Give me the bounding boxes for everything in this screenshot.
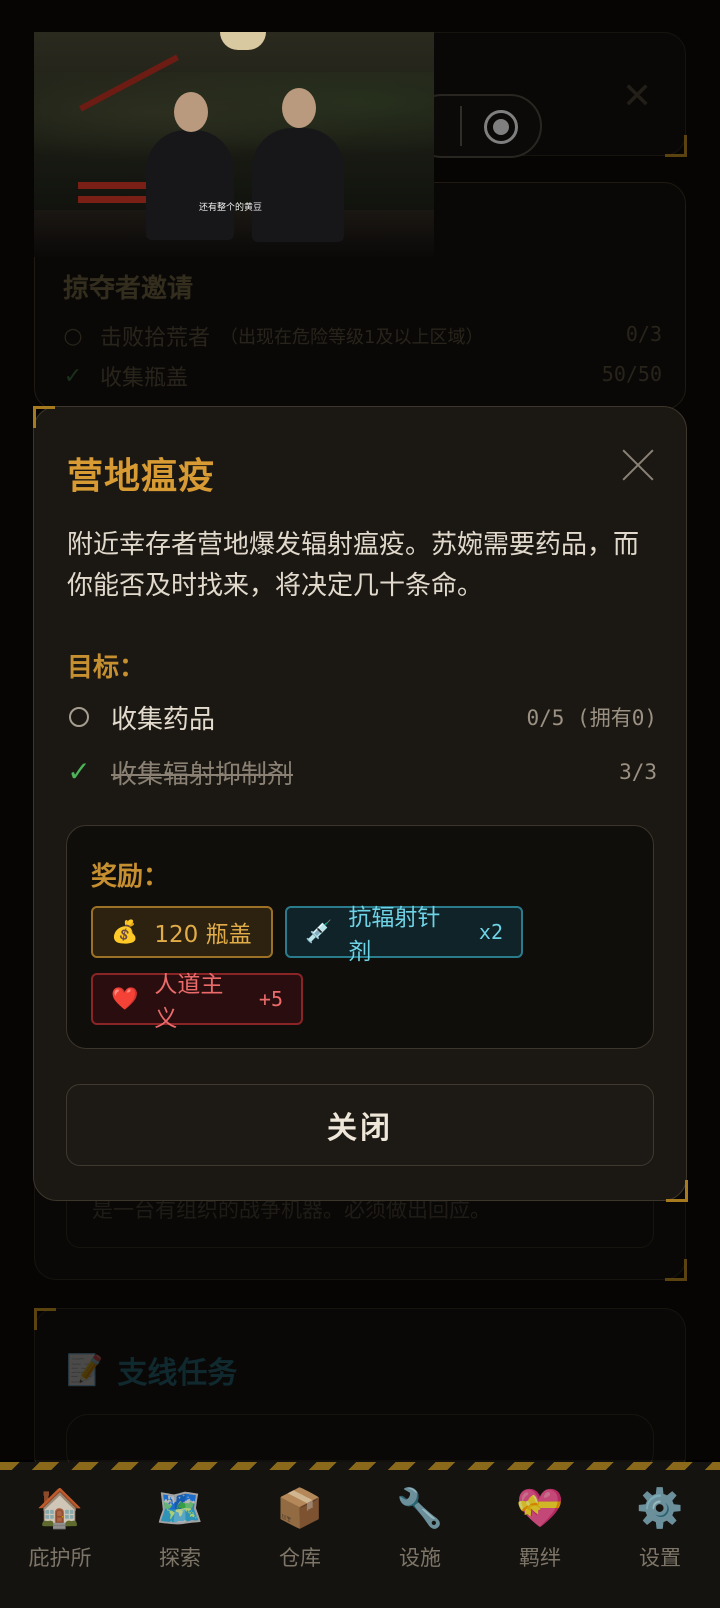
bg-objective: ○ 击败拾荒者 （出现在危险等级1及以上区域） bbox=[63, 323, 484, 352]
bg-close-icon[interactable]: ✕ bbox=[622, 76, 652, 117]
objective-item: ✓ 收集辐射抑制剂 3/3 bbox=[67, 755, 657, 790]
corner-decoration bbox=[666, 1180, 688, 1202]
nav-bonds[interactable]: 💝 羁绊 bbox=[480, 1470, 600, 1608]
house-icon: 🏠 bbox=[36, 1486, 84, 1530]
record-icon[interactable] bbox=[484, 110, 518, 144]
check-icon: ✓ bbox=[63, 363, 83, 389]
package-icon: 📦 bbox=[276, 1486, 324, 1530]
performer-left bbox=[146, 130, 234, 240]
memo-icon: 📝 bbox=[66, 1352, 104, 1388]
close-button[interactable]: 关闭 bbox=[66, 1084, 654, 1166]
gear-icon: ⚙️ bbox=[636, 1486, 684, 1530]
corner-decoration bbox=[33, 406, 55, 428]
reward-antirad: 💉 抗辐射针剂 x2 bbox=[285, 905, 523, 965]
rewards-label: 奖励： bbox=[91, 862, 170, 892]
video-thumbnail[interactable]: 还有整个的黄豆 bbox=[34, 32, 434, 257]
check-icon: ✓ bbox=[67, 755, 91, 788]
heart-gift-icon: 💝 bbox=[516, 1486, 564, 1530]
objective-item: 收集药品 0/5 (拥有0) bbox=[67, 697, 657, 737]
bg-objective-count: 0/3 bbox=[625, 322, 662, 346]
quest-detail-modal: 营地瘟疫 附近幸存者营地爆发辐射瘟疫。苏婉需要药品，而你能否及时找来，将决定几十… bbox=[33, 406, 688, 1202]
video-caption: 还有整个的黄豆 bbox=[199, 203, 263, 213]
circle-icon bbox=[67, 705, 91, 729]
side-quest-title: 📝 支线任务 bbox=[66, 1352, 238, 1392]
bg-quest-title: 掠夺者邀请 bbox=[63, 274, 194, 304]
objective-count: 3/3 bbox=[619, 760, 657, 784]
syringe-icon: 💉 bbox=[305, 919, 333, 945]
nav-storage[interactable]: 📦 仓库 bbox=[240, 1470, 360, 1608]
reward-caps: 💰 120 瓶盖 bbox=[91, 906, 273, 958]
circle-icon: ○ bbox=[63, 323, 83, 349]
wrench-icon: 🔧 bbox=[396, 1486, 444, 1530]
bg-objective-count: 50/50 bbox=[601, 362, 662, 386]
hazard-stripe bbox=[0, 1462, 720, 1470]
map-icon: 🗺️ bbox=[156, 1486, 204, 1530]
money-bag-icon: 💰 bbox=[111, 919, 139, 945]
rewards-panel: 奖励： 💰 120 瓶盖 💉 抗辐射针剂 x2 ❤️ 人道主义 +5 bbox=[66, 825, 654, 1049]
reward-humanity: ❤️ 人道主义 +5 bbox=[91, 972, 303, 1032]
objective-count: 0/5 (拥有0) bbox=[526, 706, 657, 730]
bg-objective: ✓ 收集瓶盖 bbox=[63, 363, 189, 392]
nav-facilities[interactable]: 🔧 设施 bbox=[360, 1470, 480, 1608]
nav-explore[interactable]: 🗺️ 探索 bbox=[120, 1470, 240, 1608]
objectives-label: 目标： bbox=[67, 653, 146, 683]
bottom-nav: 🏠 庇护所 🗺️ 探索 📦 仓库 🔧 设施 💝 羁绊 ⚙️ 设置 bbox=[0, 1470, 720, 1608]
heart-icon: ❤️ bbox=[111, 986, 139, 1012]
performer-right bbox=[252, 128, 344, 242]
modal-title: 营地瘟疫 bbox=[67, 456, 216, 497]
quest-description: 附近幸存者营地爆发辐射瘟疫。苏婉需要药品，而你能否及时找来，将决定几十条命。 bbox=[67, 530, 640, 601]
close-icon[interactable] bbox=[620, 447, 656, 483]
nav-settings[interactable]: ⚙️ 设置 bbox=[600, 1470, 720, 1608]
nav-shelter[interactable]: 🏠 庇护所 bbox=[0, 1470, 120, 1608]
record-separator bbox=[460, 106, 462, 146]
